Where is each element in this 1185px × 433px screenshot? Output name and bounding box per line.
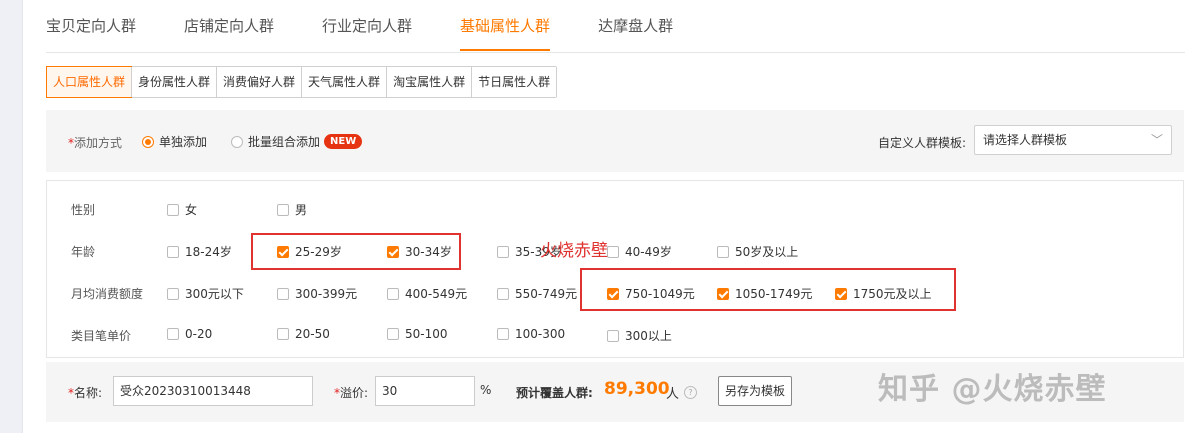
gender-female-checkbox[interactable]: 女	[167, 201, 197, 218]
tab-basic-attribute-audience[interactable]: 基础属性人群	[460, 0, 551, 52]
checkbox-label: 20-50	[295, 327, 330, 341]
radio-single-label: 单独添加	[159, 135, 208, 149]
checkbox-label: 50岁及以上	[735, 245, 799, 259]
checkbox-icon	[387, 328, 399, 340]
name-label-text: 名称:	[74, 386, 103, 400]
checkbox-label: 550-749元	[515, 287, 578, 301]
audience-type-tabs: 宝贝定向人群 店铺定向人群 行业定向人群 基础属性人群 达摩盘人群	[46, 0, 721, 52]
age-label: 年龄	[71, 245, 96, 259]
gender-label: 性别	[71, 203, 96, 217]
subtab-weather[interactable]: 天气属性人群	[301, 67, 387, 97]
radio-batch-add[interactable]: 批量组合添加 NEW	[231, 133, 363, 150]
price-0-20-checkbox[interactable]: 0-20	[167, 327, 212, 341]
attribute-sub-tabs: 人口属性人群 身份属性人群 消费偏好人群 天气属性人群 淘宝属性人群 节日属性人…	[46, 66, 558, 98]
checkbox-icon	[607, 245, 619, 258]
checkbox-icon	[717, 245, 729, 258]
checkbox-label: 50-100	[405, 327, 448, 341]
price-20-50-checkbox[interactable]: 20-50	[277, 327, 330, 341]
premium-label-text: 溢价:	[340, 386, 369, 400]
tabs-divider	[46, 52, 1185, 53]
price-50-100-checkbox[interactable]: 50-100	[387, 327, 448, 341]
template-select[interactable]: 请选择人群模板 ﹀	[974, 125, 1172, 155]
name-input[interactable]: 受众20230310013448	[113, 376, 313, 406]
subtab-demographic[interactable]: 人口属性人群	[46, 66, 133, 98]
checkbox-icon	[607, 329, 619, 342]
name-label: *名称:	[68, 384, 102, 401]
age-18-24-checkbox[interactable]: 18-24岁	[167, 243, 232, 260]
tab-dmp-audience[interactable]: 达摩盘人群	[598, 0, 673, 52]
subtab-identity[interactable]: 身份属性人群	[131, 67, 217, 97]
chevron-down-icon: ﹀	[1150, 133, 1163, 147]
checkbox-icon	[277, 328, 289, 340]
checkbox-icon	[497, 287, 509, 300]
coverage-label: 预计覆盖人群:	[516, 386, 593, 400]
new-badge: NEW	[324, 134, 363, 149]
premium-label: *溢价:	[334, 384, 368, 401]
radio-batch-label: 批量组合添加	[248, 135, 321, 149]
checkbox-icon	[497, 245, 509, 258]
checkbox-icon	[167, 245, 179, 258]
checkbox-label: 400-549元	[405, 287, 468, 301]
author-watermark-text: 火烧赤壁	[540, 241, 608, 261]
checkbox-icon	[497, 328, 509, 340]
spending-550-749-checkbox[interactable]: 550-749元	[497, 285, 577, 302]
subtab-consumption-preference[interactable]: 消费偏好人群	[216, 67, 302, 97]
spending-400-549-checkbox[interactable]: 400-549元	[387, 285, 467, 302]
age-50-plus-checkbox[interactable]: 50岁及以上	[717, 243, 798, 260]
checkbox-label: 300元以下	[185, 287, 244, 301]
checkbox-icon	[277, 203, 289, 216]
premium-input[interactable]: 30	[375, 376, 475, 406]
template-select-value: 请选择人群模板	[983, 133, 1068, 147]
checkbox-label: 18-24岁	[185, 245, 232, 259]
add-method-label: *添加方式	[68, 134, 122, 151]
add-method-text: 添加方式	[74, 136, 123, 150]
left-rail	[0, 0, 23, 433]
highlight-age-box	[251, 233, 461, 270]
checkbox-label: 女	[185, 203, 198, 217]
price-300-plus-checkbox[interactable]: 300以上	[607, 327, 672, 344]
zhihu-watermark: 知乎 @火烧赤壁	[878, 372, 1107, 407]
checkbox-label: 100-300	[515, 327, 566, 341]
tab-item-audience[interactable]: 宝贝定向人群	[46, 0, 136, 52]
highlight-spending-box	[580, 268, 956, 311]
radio-unchecked-icon	[231, 135, 243, 148]
monthly-spending-label: 月均消费额度	[71, 287, 144, 301]
spending-300-399-checkbox[interactable]: 300-399元	[277, 285, 357, 302]
save-as-template-button[interactable]: 另存为模板	[718, 376, 792, 406]
coverage-unit: 人	[666, 387, 680, 402]
checkbox-icon	[277, 287, 289, 300]
unit-price-label: 类目笔单价	[71, 329, 132, 343]
percent-sign: %	[480, 383, 492, 397]
question-icon[interactable]: ?	[684, 386, 697, 399]
checkbox-label: 40-49岁	[625, 245, 672, 259]
checkbox-label: 男	[295, 203, 308, 217]
gender-male-checkbox[interactable]: 男	[277, 201, 307, 218]
radio-single-add[interactable]: 单独添加	[142, 133, 207, 150]
radio-checked-icon	[142, 135, 154, 148]
checkbox-label: 300-399元	[295, 287, 358, 301]
tab-industry-audience[interactable]: 行业定向人群	[322, 0, 412, 52]
price-100-300-checkbox[interactable]: 100-300	[497, 327, 565, 341]
checkbox-icon	[167, 328, 179, 340]
checkbox-label: 300以上	[625, 329, 672, 343]
subtab-holiday[interactable]: 节日属性人群	[471, 67, 557, 97]
tab-shop-audience[interactable]: 店铺定向人群	[184, 0, 274, 52]
add-method-bar: *添加方式 单独添加 批量组合添加 NEW 自定义人群模板: 请选择人群模板 ﹀	[46, 110, 1184, 172]
checkbox-icon	[387, 287, 399, 300]
spending-under-300-checkbox[interactable]: 300元以下	[167, 285, 244, 302]
checkbox-icon	[167, 287, 179, 300]
age-40-49-checkbox[interactable]: 40-49岁	[607, 243, 672, 260]
checkbox-label: 0-20	[185, 327, 213, 341]
template-label: 自定义人群模板:	[878, 136, 967, 150]
subtab-taobao[interactable]: 淘宝属性人群	[386, 67, 472, 97]
coverage-value: 89,300	[604, 379, 670, 399]
checkbox-icon	[167, 203, 179, 216]
